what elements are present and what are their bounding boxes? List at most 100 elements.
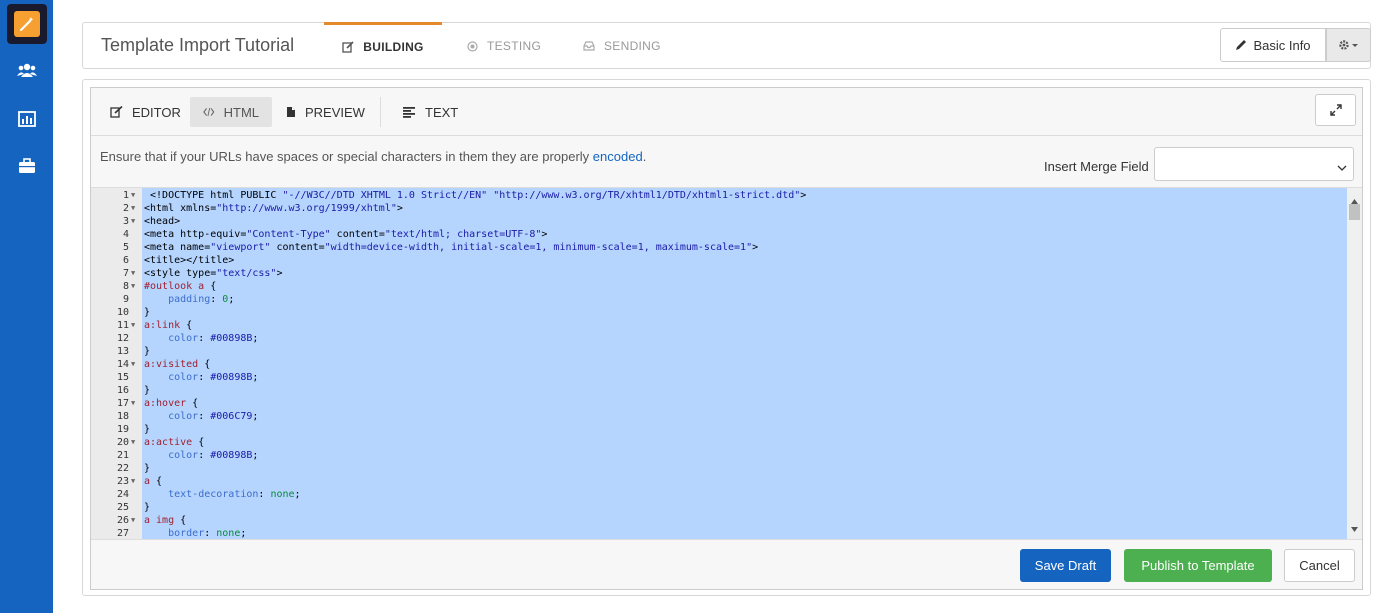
code-text: <!DOCTYPE html PUBLIC "-//W3C//DTD XHTML… [144,190,807,201]
save-draft-button[interactable]: Save Draft [1020,549,1111,582]
code-text: } [144,424,151,435]
code-line: 8 ▼ #outlook a { [91,280,1347,293]
step-tab-testing[interactable]: TESTING [467,23,541,69]
step-tab-label: SENDING [604,39,661,53]
scroll-thumb[interactable] [1349,204,1360,220]
code-text: color: #006C79; [168,411,259,422]
code-text: } [144,307,151,318]
line-number: 25 [116,502,129,513]
code-line: 17 ▼ a:hover { [91,397,1347,410]
nav-item-templates[interactable] [0,4,53,44]
fold-toggle-icon[interactable]: ▼ [131,358,135,371]
line-number: 4 [122,229,129,240]
fold-toggle-icon[interactable]: ▼ [131,202,135,215]
code-line: 19} [91,423,1347,436]
code-line: 15 color: #00898B; [91,371,1347,384]
code-line: 1 ▼ <!DOCTYPE html PUBLIC "-//W3C//DTD XH… [91,189,1347,202]
nav-item-contacts[interactable] [0,52,53,92]
code-line: 23 ▼ a { [91,475,1347,488]
step-tab-sending[interactable]: SENDING [583,23,661,69]
pencil-icon [1236,40,1247,50]
code-line: 5 <meta name="viewport" content="width=de… [91,241,1347,254]
mode-tab-text[interactable]: TEXT [390,97,471,127]
fold-toggle-icon[interactable]: ▼ [131,215,135,228]
edit-icon [342,40,354,53]
fold-toggle-icon[interactable]: ▼ [131,189,135,202]
code-line: 6 <title></title> [91,254,1347,267]
code-line: 22} [91,462,1347,475]
fold-toggle-icon[interactable]: ▼ [131,475,135,488]
left-nav [0,0,53,613]
code-text: color: #00898B; [168,333,259,344]
code-icon [203,107,215,117]
nav-item-tools[interactable] [0,148,53,188]
mode-tab-label: HTML [223,104,259,120]
code-text: } [144,463,151,474]
code-line: 10} [91,306,1347,319]
code-text: <style type="text/css"> [144,268,283,279]
fold-toggle-icon[interactable]: ▼ [131,397,135,410]
code-line: 11 ▼ a:link { [91,319,1347,332]
code-line: 3 ▼ <head> [91,215,1347,228]
mode-tab-html[interactable]: HTML [190,97,272,127]
code-line: 4 <meta http-equiv="Content-Type" content… [91,228,1347,241]
line-number: 15 [116,372,129,383]
line-number: 5 [122,242,129,253]
mode-tab-editor[interactable]: EDITOR [97,97,194,127]
code-line: 14 ▼ a:visited { [91,358,1347,371]
mode-tab-label: PREVIEW [305,104,365,120]
info-bar: Ensure that if your URLs have spaces or … [91,137,1362,187]
code-text: a:active { [144,437,205,448]
nav-active-indicator [6,4,47,44]
merge-field-select[interactable] [1154,147,1354,181]
line-number: 24 [116,489,129,500]
code-text: <meta name="viewport" content="width=dev… [144,242,759,253]
align-left-icon [403,106,415,118]
fold-toggle-icon[interactable]: ▼ [131,319,135,332]
line-number: 21 [116,450,129,461]
code-line: 21 color: #00898B; [91,449,1347,462]
fold-toggle-icon[interactable]: ▼ [131,267,135,280]
bar-chart-icon [17,110,36,132]
code-scrollbar[interactable] [1347,188,1362,539]
expand-icon [1329,104,1342,116]
line-number: 7 [122,268,129,279]
cancel-button[interactable]: Cancel [1284,549,1355,582]
code-text: border: none; [168,528,247,539]
fold-toggle-icon[interactable]: ▼ [131,280,135,293]
basic-info-button[interactable]: Basic Info [1220,28,1326,62]
code-text: a img { [144,515,187,526]
inbox-icon [583,41,595,51]
fold-toggle-icon[interactable]: ▼ [131,514,135,527]
mode-toolbar: EDITOR HTML PREVIEW TEXT [91,88,1362,136]
nav-item-reports[interactable] [0,101,53,141]
notice-text: Ensure that if your URLs have spaces or … [100,149,593,164]
template-title: Template Import Tutorial [101,35,295,55]
editor-card: EDITOR HTML PREVIEW TEXT Ensure that if … [82,79,1371,596]
line-number: 26 [116,515,129,526]
fold-toggle-icon[interactable]: ▼ [131,436,135,449]
line-number: 3 [122,216,129,227]
action-footer: Save Draft Publish to Template Cancel [91,539,1362,589]
code-line: 24 text-decoration: none; [91,488,1347,501]
code-text: } [144,346,151,357]
line-number: 10 [116,307,129,318]
line-number: 18 [116,411,129,422]
scroll-down-icon[interactable] [1351,519,1358,537]
code-line: 13} [91,345,1347,358]
settings-dropdown-button[interactable] [1326,28,1371,62]
expand-button[interactable] [1315,94,1356,126]
publish-button[interactable]: Publish to Template [1124,549,1272,582]
line-number: 22 [116,463,129,474]
html-code-editor[interactable]: 1 ▼ <!DOCTYPE html PUBLIC "-//W3C//DTD XH… [91,187,1362,539]
step-tab-building[interactable]: BUILDING [324,22,442,68]
users-icon [16,62,37,83]
chevron-down-icon [1337,159,1347,177]
mode-tab-preview[interactable]: PREVIEW [273,97,378,127]
encoded-link[interactable]: encoded [593,149,643,164]
code-line: 12 color: #00898B; [91,332,1347,345]
line-number: 6 [122,255,129,266]
edit-icon [110,106,123,118]
code-text: a:link { [144,320,193,331]
line-number: 17 [116,398,129,409]
